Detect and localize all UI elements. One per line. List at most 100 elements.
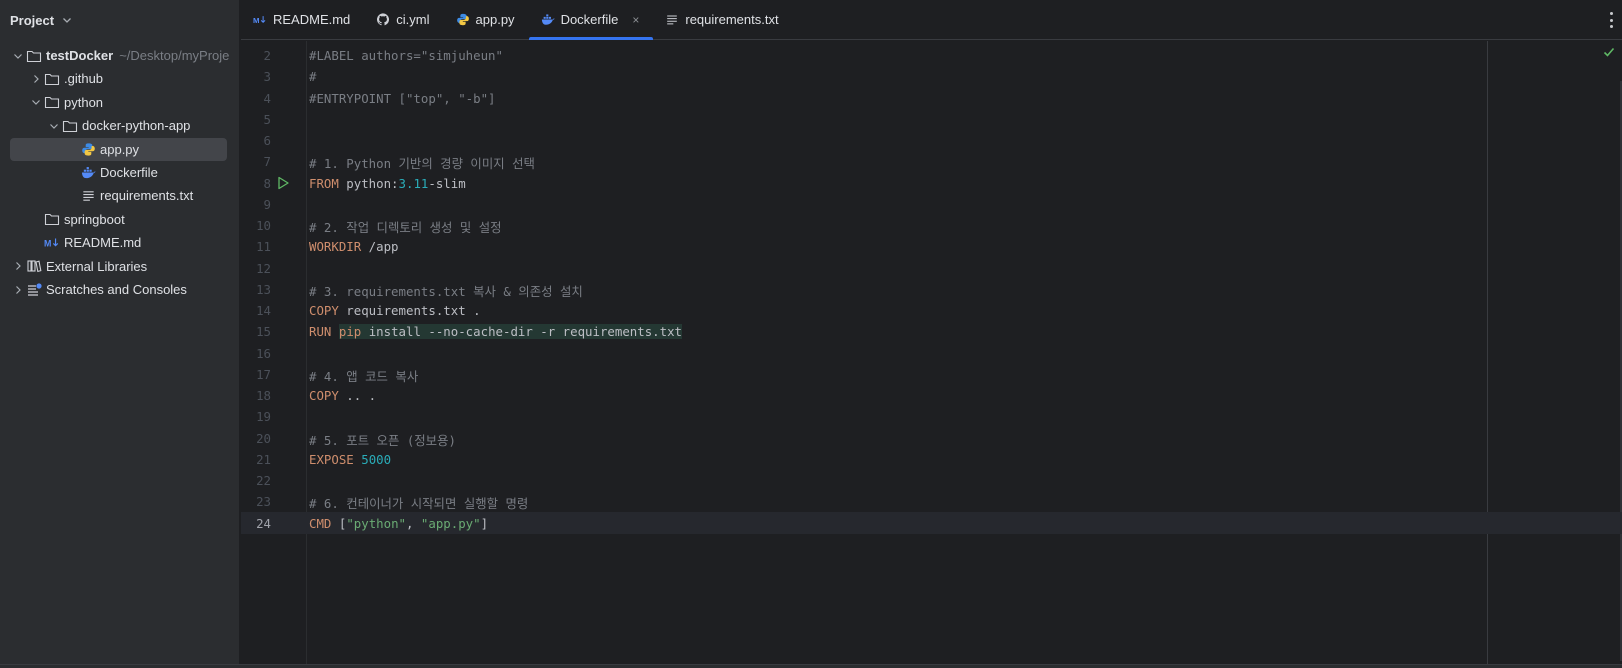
github-icon — [376, 13, 390, 27]
svg-text:M: M — [253, 16, 259, 25]
line-number: 22 — [256, 473, 271, 488]
code-line[interactable]: 4 #ENTRYPOINT ["top", "-b"] — [241, 87, 1622, 109]
tree-item-dockerfile[interactable]: Dockerfile — [10, 161, 227, 184]
tree-item-label: .github — [64, 71, 104, 87]
code-token: COPY — [309, 388, 339, 403]
line-number: 5 — [263, 111, 271, 127]
python-file-icon — [456, 13, 470, 27]
tree-item-github[interactable]: .github — [10, 67, 227, 90]
expand-chevron-right-icon[interactable] — [28, 71, 44, 87]
code-token: # 1. Python 기반의 경량 이미지 선택 — [309, 156, 535, 172]
expand-chevron-right-icon[interactable] — [10, 282, 26, 298]
code-line[interactable]: 18 COPY .. . — [241, 384, 1622, 406]
code-line[interactable]: 9 — [241, 193, 1622, 215]
line-number: 11 — [256, 239, 271, 255]
code-line[interactable]: 24 CMD ["python", "app.py"] — [241, 511, 1622, 534]
code-text: # — [309, 69, 316, 84]
code-line[interactable]: 17 # 4. 앱 코드 복사 — [241, 363, 1622, 385]
code-text: WORKDIR /app — [309, 239, 399, 254]
close-tab-icon[interactable]: × — [632, 13, 639, 27]
markdown-file-icon: M — [253, 13, 267, 27]
text-file-icon — [80, 188, 96, 204]
chevron-down-icon[interactable] — [60, 13, 74, 27]
code-line[interactable]: 12 — [241, 257, 1622, 279]
line-number: 6 — [263, 133, 271, 148]
code-token: "python" — [346, 515, 406, 531]
code-line[interactable]: 5 — [241, 108, 1622, 130]
expand-chevron-down-icon[interactable] — [46, 118, 62, 134]
code-token: ] — [480, 515, 489, 531]
code-line[interactable]: 13 # 3. requirements.txt 복사 & 의존성 설치 — [241, 278, 1622, 300]
tree-item-label: Dockerfile — [100, 165, 158, 180]
tree-item-testdocker[interactable]: testDocker ~/Desktop/myProje — [10, 44, 229, 67]
code-line[interactable]: 8 FROM python:3.11-slim — [241, 172, 1622, 194]
code-line[interactable]: 20 # 5. 포트 오픈 (정보용) — [241, 427, 1622, 449]
run-gutter-icon[interactable] — [275, 175, 291, 191]
code-token: # 5. 포트 오픈 (정보용) — [309, 432, 456, 448]
tab-readme-md[interactable]: M README.md — [241, 0, 364, 39]
expand-chevron-down-icon[interactable] — [28, 94, 44, 110]
code-line[interactable]: 6 — [241, 129, 1622, 151]
code-token: CMD — [309, 515, 332, 531]
code-token: # — [309, 69, 317, 85]
tree-item-readme-md[interactable]: M README.md — [10, 231, 227, 254]
line-number: 21 — [256, 451, 271, 467]
code-text: # 3. requirements.txt 복사 & 의존성 설치 — [309, 282, 583, 300]
tree-item-requirements-txt[interactable]: requirements.txt — [10, 184, 227, 207]
code-line[interactable]: 14 COPY requirements.txt . — [241, 299, 1622, 321]
tree-item-external-libraries[interactable]: External Libraries — [10, 255, 227, 278]
code-line[interactable]: 11 WORKDIR /app — [241, 235, 1622, 257]
text-file-icon — [665, 13, 679, 27]
code-line[interactable]: 2 #LABEL authors="simjuheun" — [241, 44, 1622, 66]
tab-label: README.md — [273, 12, 351, 27]
code-line[interactable]: 21 EXPOSE 5000 — [241, 448, 1622, 470]
code-line[interactable]: 22 — [241, 469, 1622, 491]
code-line[interactable]: 23 # 6. 컨테이너가 시작되면 실행할 명령 — [241, 490, 1622, 512]
markdown-file-icon: M — [44, 235, 60, 251]
tree-item-docker-python-app[interactable]: docker-python-app — [10, 114, 227, 137]
tab-ci-yml[interactable]: ci.yml — [364, 0, 443, 39]
code-text: COPY .. . — [309, 388, 376, 403]
tab-app-py[interactable]: app.py — [444, 0, 529, 39]
tab-label: requirements.txt — [685, 12, 779, 27]
line-number: 12 — [256, 260, 271, 276]
code-token: "app.py" — [420, 515, 481, 531]
code-token: # 4. 앱 코드 복사 — [309, 368, 419, 384]
docker-file-icon — [541, 13, 555, 27]
tab-requirements-txt[interactable]: requirements.txt — [653, 0, 792, 39]
library-icon — [26, 258, 42, 274]
expand-chevron-right-icon[interactable] — [10, 258, 26, 274]
code-line[interactable]: 7 # 1. Python 기반의 경량 이미지 선택 — [241, 150, 1622, 172]
docker-file-icon — [80, 165, 96, 181]
tree-item-python[interactable]: python — [10, 91, 227, 114]
code-token: [ — [331, 515, 347, 531]
more-tabs-icon[interactable] — [1608, 12, 1614, 28]
code-line[interactable]: 16 — [241, 342, 1622, 364]
line-number: 14 — [256, 303, 271, 318]
tree-item-label: Scratches and Consoles — [46, 282, 187, 297]
project-sidebar: Project testDocker ~/Desktop/myProje .gith… — [0, 0, 240, 664]
expand-chevron-down-icon[interactable] — [10, 48, 26, 64]
tab-dockerfile[interactable]: Dockerfile × — [528, 0, 654, 40]
code-token: -slim — [428, 175, 466, 191]
code-text: FROM python:3.11-slim — [309, 176, 466, 191]
tree-item-scratches-and-consoles[interactable]: Scratches and Consoles — [10, 278, 227, 301]
code-line[interactable]: 3 # — [241, 65, 1622, 87]
tree-item-app-py[interactable]: app.py — [10, 137, 227, 161]
code-token: requirements.txt . — [338, 303, 481, 318]
code-line[interactable]: 15 RUN pip install --no-cache-dir -r requ… — [241, 320, 1622, 342]
code-token: # 2. 작업 디렉토리 생성 및 설정 — [309, 220, 502, 235]
code-token: FROM — [309, 175, 339, 191]
active-tab-indicator — [528, 37, 654, 40]
editor-tab-bar: M README.md ci.yml app.py Dockerfile × require… — [241, 0, 1622, 40]
code-text: COPY requirements.txt . — [309, 303, 481, 318]
code-line[interactable]: 10 # 2. 작업 디렉토리 생성 및 설정 — [241, 214, 1622, 236]
code-text: #ENTRYPOINT ["top", "-b"] — [309, 91, 496, 106]
code-token: 3.11 — [398, 175, 429, 191]
code-editor[interactable]: 2 #LABEL authors="simjuheun" 3 #4 #ENTRYPOIN… — [241, 41, 1622, 664]
tree-item-springboot[interactable]: springboot — [10, 208, 227, 231]
project-view-header[interactable]: Project — [0, 0, 239, 40]
code-line[interactable]: 19 — [241, 405, 1622, 427]
